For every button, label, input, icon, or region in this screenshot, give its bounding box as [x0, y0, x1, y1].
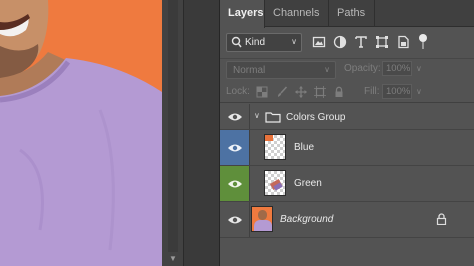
- visibility-toggle[interactable]: [220, 202, 250, 237]
- layers-panel: Layers Channels Paths Kind ∨ Normal ∨ Op…: [220, 0, 474, 266]
- visibility-toggle[interactable]: [220, 104, 250, 129]
- layer-row-green[interactable]: Green: [220, 166, 474, 202]
- filter-row: Kind ∨: [220, 28, 474, 58]
- folder-icon: [265, 112, 281, 123]
- tab-channels[interactable]: Channels: [265, 0, 329, 27]
- chevron-down-icon[interactable]: ∨: [416, 87, 422, 96]
- vertical-scrollbar[interactable]: ▼: [162, 0, 184, 266]
- filter-kind-label: Kind: [245, 37, 266, 48]
- filter-kind-select[interactable]: Kind ∨: [226, 33, 302, 52]
- opacity-input[interactable]: 100%: [382, 61, 412, 76]
- visibility-toggle[interactable]: [220, 166, 250, 201]
- search-icon: [231, 36, 242, 48]
- type-filter-icon[interactable]: [354, 35, 368, 49]
- layer-name: Green: [294, 178, 322, 189]
- chevron-down-icon: ∨: [291, 37, 297, 46]
- layer-name: Background: [280, 214, 334, 225]
- adjustment-filter-icon[interactable]: [333, 35, 347, 49]
- shape-filter-icon[interactable]: [375, 35, 389, 49]
- blend-mode-select[interactable]: Normal ∨: [226, 61, 336, 79]
- filter-toggle-icon[interactable]: [419, 34, 427, 42]
- chevron-down-icon[interactable]: ∨: [254, 111, 260, 120]
- fill-input[interactable]: 100%: [382, 84, 412, 99]
- panel-divider: [184, 0, 220, 266]
- lock-brush-icon[interactable]: [276, 86, 288, 98]
- fill-label: Fill:: [364, 86, 380, 97]
- panel-tabs: Layers Channels Paths: [220, 0, 474, 28]
- eye-icon[interactable]: [227, 143, 243, 153]
- eye-icon[interactable]: [227, 215, 243, 225]
- document-canvas[interactable]: [0, 0, 162, 266]
- layer-thumbnail: [251, 206, 273, 232]
- scrollbar-track[interactable]: [168, 0, 178, 252]
- eye-icon[interactable]: [227, 112, 243, 122]
- tab-layers[interactable]: Layers: [220, 0, 265, 28]
- lock-all-icon[interactable]: [333, 86, 345, 98]
- chevron-down-icon[interactable]: ∨: [416, 64, 422, 73]
- lock-label: Lock:: [226, 86, 250, 97]
- blend-row: Normal ∨ Opacity: 100% ∨: [220, 58, 474, 80]
- layer-name: Colors Group: [286, 112, 346, 123]
- layer-name: Blue: [294, 142, 315, 153]
- blend-mode-label: Normal: [233, 65, 266, 76]
- lock-row: Lock: Fill: 100% ∨: [220, 81, 474, 103]
- lock-artboard-icon[interactable]: [314, 86, 326, 98]
- layer-thumbnail: [264, 134, 286, 160]
- visibility-toggle[interactable]: [220, 130, 250, 165]
- filter-toggle-switch[interactable]: [422, 42, 424, 49]
- layer-row-blue[interactable]: Blue: [220, 130, 474, 166]
- chevron-down-icon: ∨: [324, 65, 330, 74]
- layer-row-colors-group[interactable]: ∨ Colors Group: [220, 104, 474, 130]
- lock-transparent-icon[interactable]: [256, 86, 268, 98]
- layer-thumbnail: [264, 170, 286, 196]
- eye-icon[interactable]: [227, 179, 243, 189]
- tab-paths[interactable]: Paths: [329, 0, 375, 27]
- image-filter-icon[interactable]: [312, 35, 326, 49]
- lock-move-icon[interactable]: [295, 86, 307, 98]
- opacity-label: Opacity:: [344, 63, 381, 74]
- layers-empty-area: [220, 238, 474, 266]
- lock-icon[interactable]: [436, 213, 447, 225]
- scroll-down-arrow-icon[interactable]: ▼: [167, 254, 179, 264]
- smart-object-filter-icon[interactable]: [396, 35, 410, 49]
- photo-image: [0, 0, 162, 266]
- layer-row-background[interactable]: Background: [220, 202, 474, 238]
